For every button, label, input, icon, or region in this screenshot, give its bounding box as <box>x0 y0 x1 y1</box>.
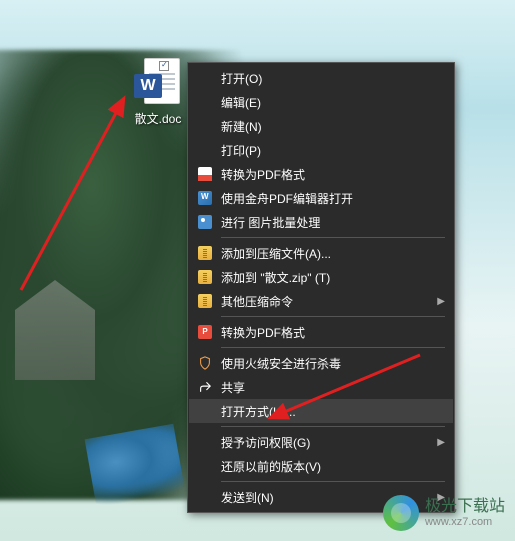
menu-separator <box>221 347 445 348</box>
zip-icon <box>193 292 217 310</box>
menu-item-label: 打开方式(H)... <box>217 403 433 420</box>
shield-icon <box>193 354 217 372</box>
blank-icon <box>193 69 217 87</box>
menu-item[interactable]: 打开(O) <box>189 66 453 90</box>
menu-item[interactable]: 转换为PDF格式 <box>189 162 453 186</box>
menu-item-label: 共享 <box>217 379 433 396</box>
menu-separator <box>221 481 445 482</box>
watermark-name: 极光下载站 <box>425 498 505 516</box>
menu-item[interactable]: 编辑(E) <box>189 90 453 114</box>
jinzhou-icon <box>193 189 217 207</box>
blank-icon <box>193 457 217 475</box>
menu-item[interactable]: 其他压缩命令 ▶ <box>189 289 453 313</box>
watermark: 极光下载站 www.xz7.com <box>383 495 505 531</box>
menu-item-label: 新建(N) <box>217 118 433 135</box>
blank-icon <box>193 488 217 506</box>
watermark-url: www.xz7.com <box>425 516 505 528</box>
menu-item-label: 转换为PDF格式 <box>217 166 433 183</box>
submenu-arrow-icon: ▶ <box>437 296 445 307</box>
share-icon <box>193 378 217 396</box>
menu-item[interactable]: 共享 <box>189 375 453 399</box>
context-menu: 打开(O) 编辑(E) 新建(N) 打印(P) 转换为PDF格式使用金舟PDF编辑器打开… <box>187 62 455 513</box>
menu-item[interactable]: 添加到压缩文件(A)... <box>189 241 453 265</box>
menu-item[interactable]: 使用金舟PDF编辑器打开 <box>189 186 453 210</box>
pdf-icon <box>193 165 217 183</box>
menu-item[interactable]: 还原以前的版本(V) <box>189 454 453 478</box>
menu-item-label: 打印(P) <box>217 142 433 159</box>
menu-item[interactable]: 添加到 "散文.zip" (T) <box>189 265 453 289</box>
menu-item[interactable]: 授予访问权限(G) ▶ <box>189 430 453 454</box>
menu-item[interactable]: 打印(P) <box>189 138 453 162</box>
file-label: 散文.doc <box>124 110 192 127</box>
desktop-file-word[interactable]: W 散文.doc <box>124 58 192 127</box>
menu-item-label: 转换为PDF格式 <box>217 324 433 341</box>
word-doc-icon: W <box>134 58 182 106</box>
menu-item[interactable]: 使用火绒安全进行杀毒 <box>189 351 453 375</box>
submenu-arrow-icon: ▶ <box>437 437 445 448</box>
menu-separator <box>221 237 445 238</box>
menu-item[interactable]: 新建(N) <box>189 114 453 138</box>
menu-separator <box>221 426 445 427</box>
menu-item-label: 其他压缩命令 <box>217 293 433 310</box>
blank-icon <box>193 141 217 159</box>
menu-item-label: 还原以前的版本(V) <box>217 458 433 475</box>
blank-icon <box>193 117 217 135</box>
menu-separator <box>221 316 445 317</box>
menu-item[interactable]: 进行 图片批量处理 <box>189 210 453 234</box>
zip-icon <box>193 268 217 286</box>
watermark-logo-icon <box>383 495 419 531</box>
menu-item[interactable]: 打开方式(H)... <box>189 399 453 423</box>
blank-icon <box>193 93 217 111</box>
pic-icon <box>193 213 217 231</box>
menu-item-label: 添加到压缩文件(A)... <box>217 245 433 262</box>
wps-icon: P <box>193 323 217 341</box>
menu-item-label: 编辑(E) <box>217 94 433 111</box>
blank-icon <box>193 433 217 451</box>
word-badge: W <box>134 74 162 98</box>
menu-item-label: 进行 图片批量处理 <box>217 214 433 231</box>
menu-item-label: 使用金舟PDF编辑器打开 <box>217 190 433 207</box>
menu-item-label: 添加到 "散文.zip" (T) <box>217 269 433 286</box>
menu-item[interactable]: P转换为PDF格式 <box>189 320 453 344</box>
menu-item-label: 打开(O) <box>217 70 433 87</box>
menu-item-label: 使用火绒安全进行杀毒 <box>217 355 433 372</box>
menu-item-label: 授予访问权限(G) <box>217 434 433 451</box>
zip-icon <box>193 244 217 262</box>
blank-icon <box>193 402 217 420</box>
